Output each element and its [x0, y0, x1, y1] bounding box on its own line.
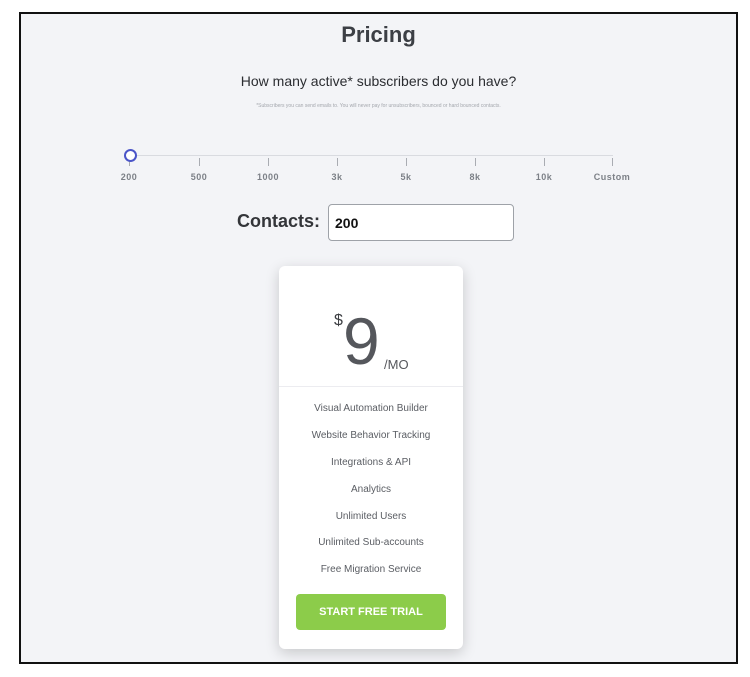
- slider-tick[interactable]: Custom: [582, 158, 642, 185]
- slider-tick-label: 5k: [400, 172, 412, 182]
- feature-item: Unlimited Users: [335, 510, 407, 522]
- subscriber-slider[interactable]: 200 500 1000 3k 5k 8k 10k Custom: [121, 144, 630, 185]
- feature-list: Visual Automation Builder Website Behavi…: [279, 402, 463, 590]
- feature-item: Website Behavior Tracking: [311, 429, 431, 441]
- slider-tick-label: 3k: [331, 172, 343, 182]
- subscribers-footnote: *Subscribers you can send emails to. You…: [256, 103, 501, 109]
- feature-item: Visual Automation Builder: [314, 403, 428, 414]
- start-free-trial-button[interactable]: START FREE TRIAL: [296, 594, 446, 630]
- price-period: /MO: [384, 357, 409, 372]
- pricing-page-frame: Pricing How many active* subscribers do …: [19, 12, 738, 664]
- slider-tick-label: 8k: [469, 172, 481, 182]
- slider-tick-label: Custom: [593, 172, 631, 182]
- card-divider: [279, 386, 463, 387]
- slider-tick-label: 1000: [256, 172, 280, 182]
- slider-tick[interactable]: 8k: [445, 158, 505, 185]
- slider-tick-label: 10k: [535, 172, 553, 182]
- pricing-card: $ 9 /MO Visual Automation Builder Websit…: [279, 266, 463, 649]
- slider-tick[interactable]: 1000: [238, 158, 298, 185]
- contacts-input[interactable]: [328, 204, 514, 241]
- feature-item: Integrations & API: [330, 456, 412, 468]
- page-title: Pricing: [341, 22, 416, 47]
- contacts-label: Contacts:: [237, 211, 321, 231]
- slider-tick-label: 200: [120, 172, 138, 182]
- feature-item: Analytics: [350, 483, 391, 495]
- feature-item: Free Migration Service: [320, 564, 422, 576]
- slider-tick[interactable]: 200: [99, 158, 159, 185]
- feature-item: Unlimited Sub-accounts: [318, 537, 424, 549]
- price-currency: $: [334, 312, 343, 329]
- slider-tick[interactable]: 10k: [514, 158, 574, 185]
- slider-handle[interactable]: [124, 149, 137, 162]
- price-amount: 9: [343, 304, 380, 378]
- slider-tick[interactable]: 5k: [376, 158, 436, 185]
- slider-tick[interactable]: 500: [169, 158, 229, 185]
- slider-track[interactable]: [131, 155, 613, 156]
- slider-tick[interactable]: 3k: [307, 158, 367, 185]
- slider-tick-label: 500: [190, 172, 208, 182]
- subscribers-question: How many active* subscribers do you have…: [240, 73, 517, 89]
